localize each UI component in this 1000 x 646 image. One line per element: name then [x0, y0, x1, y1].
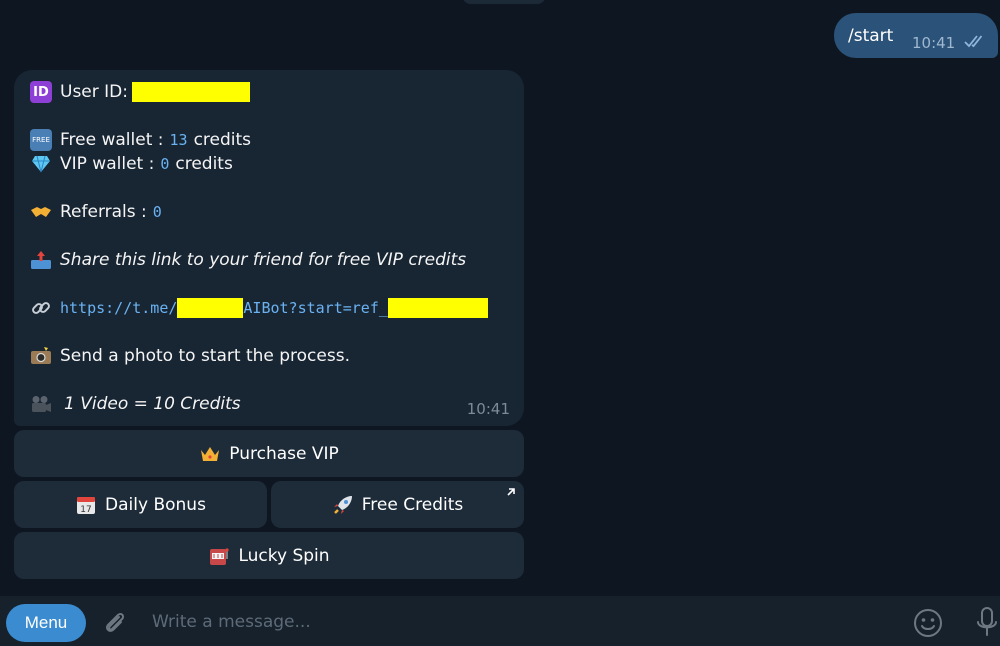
referral-link-middle[interactable]: AIBot?start=ref_	[243, 299, 388, 317]
svg-text:17: 17	[80, 505, 91, 515]
outbox-tray-icon	[30, 249, 52, 271]
free-wallet-unit: credits	[193, 130, 252, 150]
double-check-icon	[964, 35, 983, 48]
message-input[interactable]	[150, 606, 894, 638]
slot-machine-icon	[208, 545, 230, 567]
referrals-value: 0	[152, 203, 162, 221]
date-pill	[462, 0, 546, 4]
redacted-bot-name	[177, 298, 244, 318]
message-input-bar: Menu	[0, 596, 1000, 646]
lucky-spin-button[interactable]: Lucky Spin	[14, 532, 524, 579]
free-wallet-line: FREE Free wallet : 13 credits	[30, 128, 251, 152]
menu-button[interactable]: Menu	[6, 604, 86, 642]
video-cost-text: 1 Video = 10 Credits	[64, 394, 241, 414]
camera-flash-icon	[30, 345, 52, 367]
handshake-icon	[30, 201, 52, 223]
outgoing-message[interactable]: /start 10:41	[834, 13, 998, 58]
emoji-smile-icon[interactable]	[912, 607, 944, 639]
video-camera-icon	[30, 393, 52, 415]
daily-bonus-label: Daily Bonus	[105, 494, 206, 515]
vip-wallet-label: VIP wallet :	[60, 154, 155, 174]
free-wallet-label: Free wallet :	[60, 130, 164, 150]
outgoing-message-time: 10:41	[912, 34, 956, 52]
paperclip-icon[interactable]	[100, 608, 130, 638]
purchase-vip-button[interactable]: Purchase VIP	[14, 430, 524, 477]
send-photo-text: Send a photo to start the process.	[60, 346, 350, 366]
calendar-icon: 17	[75, 494, 97, 516]
free-wallet-value: 13	[169, 131, 188, 149]
free-badge-icon: FREE	[30, 129, 52, 151]
purchase-vip-label: Purchase VIP	[229, 443, 339, 464]
vip-wallet-value: 0	[160, 155, 170, 173]
redacted-user-id	[131, 82, 250, 102]
video-cost-line: 1 Video = 10 Credits	[30, 392, 241, 416]
user-id-line: ID User ID:	[30, 80, 250, 104]
microphone-icon[interactable]	[974, 605, 1000, 641]
daily-bonus-button[interactable]: 17 Daily Bonus	[14, 481, 267, 528]
link-icon	[30, 297, 52, 319]
referral-link-prefix[interactable]: https://t.me/	[60, 299, 177, 317]
free-credits-button[interactable]: Free Credits	[271, 481, 524, 528]
outgoing-message-text: /start	[848, 26, 894, 46]
external-link-icon	[507, 488, 515, 496]
rocket-icon	[332, 494, 354, 516]
user-id-label: User ID:	[60, 82, 128, 102]
vip-wallet-line: VIP wallet : 0 credits	[30, 152, 233, 176]
share-text: Share this link to your friend for free …	[60, 250, 467, 270]
free-credits-label: Free Credits	[361, 494, 464, 515]
referrals-label: Referrals :	[60, 202, 147, 222]
bot-message-time: 10:41	[466, 400, 510, 418]
share-line: Share this link to your friend for free …	[30, 248, 466, 272]
bot-message: ID User ID: FREE Free wallet : 13 credit…	[14, 70, 524, 426]
gem-icon	[30, 153, 52, 175]
referrals-line: Referrals : 0	[30, 200, 162, 224]
crown-icon	[199, 443, 221, 465]
redacted-referral-code	[387, 298, 488, 318]
referral-link-line: https://t.me/ AIBot?start=ref_	[30, 296, 488, 320]
vip-wallet-unit: credits	[175, 154, 233, 174]
send-photo-line: Send a photo to start the process.	[30, 344, 350, 368]
id-badge-icon: ID	[30, 81, 52, 103]
lucky-spin-label: Lucky Spin	[238, 545, 330, 566]
